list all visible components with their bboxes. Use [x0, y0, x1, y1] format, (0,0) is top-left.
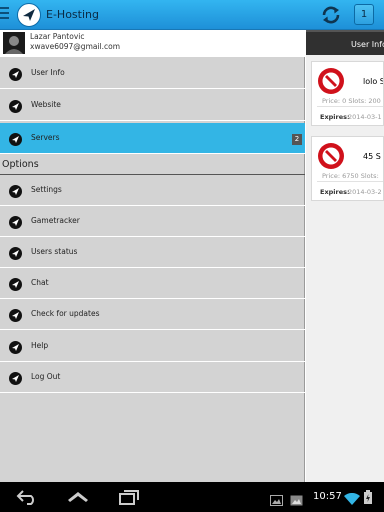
- wifi-icon: [344, 490, 360, 509]
- server-title: lolo S: [363, 77, 384, 86]
- send-icon: [9, 100, 22, 113]
- navigation-drawer: Lazar Pantovic xwave6097@gmail.com User …: [0, 30, 305, 482]
- server-title: 45 S: [363, 152, 381, 161]
- menu-item-check-for-updates[interactable]: Check for updates: [0, 299, 305, 330]
- recent-apps-icon[interactable]: [117, 488, 141, 510]
- menu-item-servers[interactable]: Servers 2: [0, 123, 305, 154]
- user-profile[interactable]: Lazar Pantovic xwave6097@gmail.com: [0, 30, 305, 57]
- card-divider: [317, 181, 383, 182]
- profile-email: xwave6097@gmail.com: [30, 42, 121, 51]
- action-bar: E-Hosting 1: [0, 0, 384, 30]
- send-icon: [9, 309, 22, 322]
- send-icon: [9, 278, 22, 291]
- send-icon: [9, 216, 22, 229]
- section-header-label: Options: [2, 159, 39, 170]
- menu-item-label: Servers: [31, 133, 60, 142]
- menu-item-website[interactable]: Website: [0, 90, 305, 121]
- server-price: Price: 0 Slots: 200: [322, 97, 381, 105]
- send-icon: [9, 247, 22, 260]
- menu-item-user-info[interactable]: User Info: [0, 58, 305, 89]
- menu-item-gametracker[interactable]: Gametracker: [0, 206, 305, 237]
- menu-item-label: Log Out: [31, 372, 61, 381]
- servers-count-badge: 2: [292, 134, 302, 145]
- send-icon: [9, 185, 22, 198]
- menu-item-label: User Info: [31, 68, 65, 77]
- notification-count-badge[interactable]: 1: [354, 4, 374, 25]
- back-icon[interactable]: [15, 488, 39, 510]
- server-list-panel: User Info lolo S Price: 0 Slots: 200 Exp…: [306, 30, 384, 482]
- menu-item-settings[interactable]: Settings: [0, 175, 305, 206]
- card-divider: [317, 106, 383, 107]
- app-logo-icon[interactable]: [17, 3, 41, 27]
- expires-label: Expires:: [320, 113, 350, 121]
- menu-item-users-status[interactable]: Users status: [0, 237, 305, 268]
- profile-name: Lazar Pantovic: [30, 32, 85, 41]
- status-time: 10:57: [313, 491, 342, 502]
- avatar: [3, 32, 25, 54]
- stop-icon: [317, 142, 345, 170]
- expires-date: 2014-03-1: [348, 113, 382, 121]
- battery-icon: [364, 489, 372, 508]
- app-title: E-Hosting: [46, 8, 99, 21]
- expires-label: Expires:: [320, 188, 350, 196]
- menu-item-log-out[interactable]: Log Out: [0, 362, 305, 393]
- expires-date: 2014-03-2: [348, 188, 382, 196]
- panel-header-title: User Info: [351, 40, 384, 49]
- menu-item-label: Settings: [31, 185, 62, 194]
- gallery-notification-icon: [270, 491, 283, 510]
- send-icon: [9, 133, 22, 146]
- menu-item-help[interactable]: Help: [0, 331, 305, 362]
- menu-item-label: Chat: [31, 278, 49, 287]
- server-card[interactable]: 45 S Price: 6750 Slots: Expires: 2014-03…: [311, 136, 384, 201]
- send-icon: [9, 372, 22, 385]
- system-navigation-bar: 10:57: [0, 482, 384, 512]
- server-card[interactable]: lolo S Price: 0 Slots: 200 Expires: 2014…: [311, 61, 384, 126]
- menu-item-label: Users status: [31, 247, 78, 256]
- send-icon: [9, 68, 22, 81]
- refresh-icon[interactable]: [320, 4, 342, 26]
- options-section-header: Options: [0, 156, 305, 175]
- home-icon[interactable]: [65, 488, 91, 510]
- panel-header: User Info: [306, 30, 384, 55]
- menu-item-label: Check for updates: [31, 309, 100, 318]
- stop-icon: [317, 67, 345, 95]
- menu-item-chat[interactable]: Chat: [0, 268, 305, 299]
- menu-item-label: Help: [31, 341, 49, 350]
- drawer-toggle-icon[interactable]: [0, 7, 9, 23]
- server-price: Price: 6750 Slots:: [322, 172, 379, 180]
- send-icon: [9, 341, 22, 354]
- image-notification-icon: [290, 491, 303, 510]
- menu-item-label: Website: [31, 100, 61, 109]
- menu-item-label: Gametracker: [31, 216, 80, 225]
